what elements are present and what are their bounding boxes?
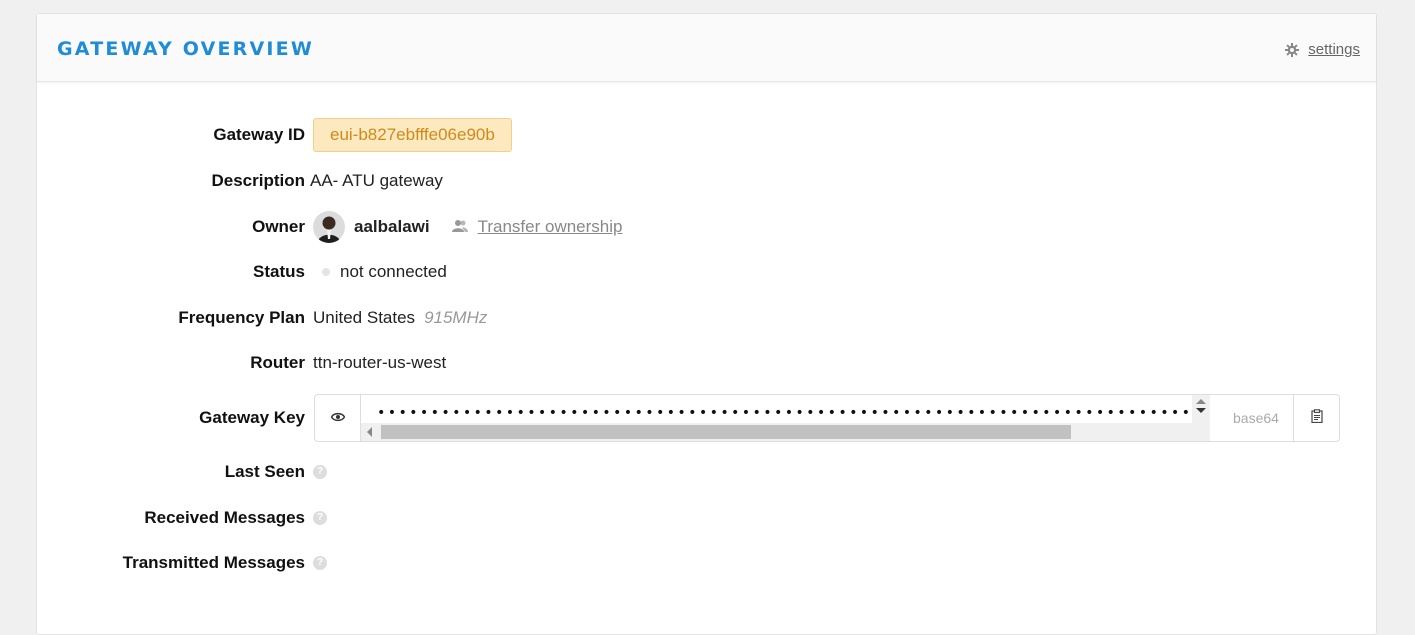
gateway-id-row: Gateway ID eui-b827ebfffe06e90b [37, 117, 1376, 153]
clipboard-icon [1310, 408, 1323, 428]
frequency-plan-label: Frequency Plan [178, 308, 305, 327]
vertical-scrollbar[interactable] [1192, 395, 1210, 441]
router-label: Router [250, 353, 305, 372]
received-messages-value: ? [304, 500, 327, 536]
frequency-plan-region: United States [313, 308, 416, 327]
help-icon[interactable]: ? [313, 511, 327, 525]
last-seen-value: ? [304, 454, 327, 490]
last-seen-row: Last Seen ? [37, 454, 1376, 490]
status-indicator [322, 268, 330, 276]
eye-icon [330, 409, 345, 427]
settings-link[interactable]: settings [1285, 41, 1360, 58]
description-value: AA- ATU gateway [310, 171, 443, 190]
owner-label: Owner [252, 217, 305, 236]
avatar [313, 211, 345, 243]
router-row: Router ttn-router-us-west [37, 345, 1376, 381]
frequency-plan-row: Frequency Plan United States 915MHz [37, 300, 1376, 336]
frequency-plan-value: United States 915MHz [313, 300, 487, 336]
status-value: not connected [314, 254, 447, 290]
scroll-up-icon[interactable] [1196, 399, 1206, 404]
gateway-key-field: ••••••••••••••••••••••••••••••••••••••••… [314, 394, 1340, 442]
gateway-id-value: eui-b827ebfffe06e90b [313, 117, 512, 153]
gateway-id-badge: eui-b827ebfffe06e90b [313, 118, 512, 152]
received-messages-label: Received Messages [144, 508, 305, 527]
page-title: GATEWAY OVERVIEW [57, 38, 314, 60]
owner-value: aalbalawi Transfer ownership [313, 209, 622, 245]
transmitted-messages-label: Transmitted Messages [122, 553, 305, 572]
scrollbar-thumb[interactable] [381, 425, 1071, 439]
description-label: Description [211, 171, 305, 190]
gateway-key-label: Gateway Key [199, 408, 305, 427]
scroll-down-icon[interactable] [1196, 408, 1206, 413]
gateway-key-input[interactable]: ••••••••••••••••••••••••••••••••••••••••… [361, 395, 1210, 441]
status-label: Status [253, 262, 305, 281]
help-icon[interactable]: ? [313, 556, 327, 570]
router-value: ttn-router-us-west [313, 353, 447, 372]
owner-row: Owner aalbalawi Transfer ownership [37, 209, 1376, 245]
owner-name[interactable]: aalbalawi [354, 209, 430, 245]
transfer-ownership-link[interactable]: Transfer ownership [451, 209, 623, 245]
gateway-overview-panel: GATEWAY OVERVIEW settings Gateway ID eui… [36, 13, 1377, 635]
panel-header: GATEWAY OVERVIEW settings [37, 14, 1376, 82]
received-messages-row: Received Messages ? [37, 500, 1376, 536]
help-icon[interactable]: ? [313, 465, 327, 479]
status-text: not connected [340, 262, 447, 281]
description-row: Description AA- ATU gateway [37, 163, 1376, 199]
last-seen-label: Last Seen [224, 462, 305, 481]
status-row: Status not connected [37, 254, 1376, 290]
users-icon [451, 209, 468, 245]
transmitted-messages-value: ? [304, 545, 327, 581]
transmitted-messages-row: Transmitted Messages ? [37, 545, 1376, 581]
scroll-left-icon[interactable] [367, 427, 372, 437]
gateway-key-masked: ••••••••••••••••••••••••••••••••••••••••… [377, 405, 1210, 421]
key-format-label: base64 [1233, 410, 1279, 426]
frequency-plan-detail: 915MHz [424, 308, 488, 327]
transfer-ownership-label: Transfer ownership [477, 217, 623, 236]
gear-icon [1285, 42, 1300, 57]
gateway-id-label: Gateway ID [213, 125, 305, 144]
copy-key-button[interactable] [1293, 395, 1339, 441]
horizontal-scrollbar[interactable] [361, 423, 1210, 441]
settings-label: settings [1308, 41, 1360, 58]
reveal-key-button[interactable] [315, 395, 361, 441]
